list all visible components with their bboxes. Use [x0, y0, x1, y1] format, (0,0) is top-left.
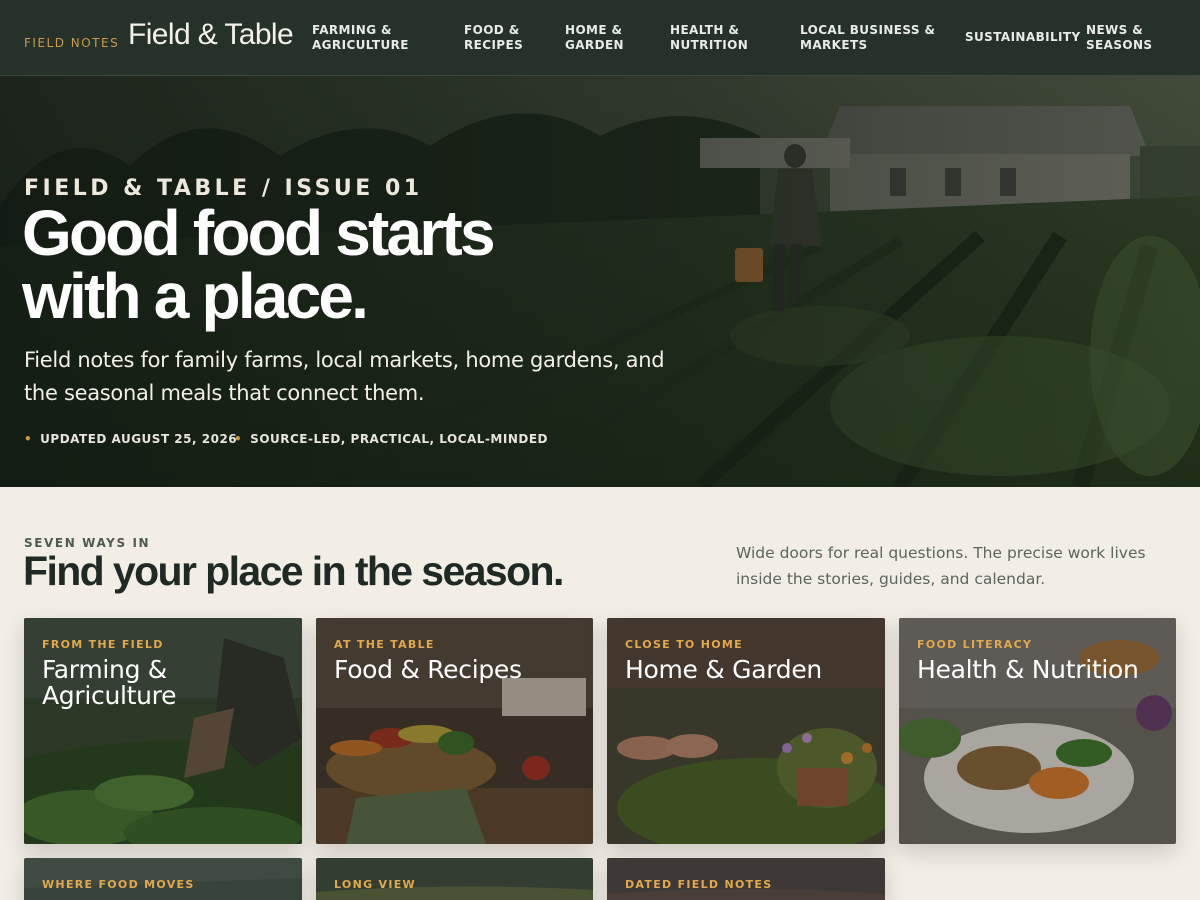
bullet-icon: •	[234, 432, 243, 446]
card-local-business-markets[interactable]: WHERE FOOD MOVES	[24, 858, 302, 900]
hero-title: Good food starts with a place.	[22, 197, 496, 332]
hero-subtitle: Field notes for family farms, local mark…	[24, 348, 665, 405]
hero-meta-approach: • SOURCE-LED, PRACTICAL, LOCAL-MINDED	[234, 432, 548, 446]
card-food-recipes[interactable]: AT THE TABLE Food & Recipes	[316, 618, 593, 844]
card-kicker: CLOSE TO HOME	[625, 638, 743, 651]
brand-logo-link[interactable]: Field & Table	[128, 18, 294, 52]
card-farming-image	[24, 618, 302, 844]
card-home-garden[interactable]: CLOSE TO HOME Home & Garden	[607, 618, 885, 844]
card-farming-agriculture[interactable]: FROM THE FIELD Farming & Agriculture	[24, 618, 302, 844]
card-kicker: AT THE TABLE	[334, 638, 435, 651]
card-kicker: LONG VIEW	[334, 878, 416, 891]
nav-farming-agriculture[interactable]: FARMING & AGRICULTURE	[312, 23, 422, 53]
section-description: Wide doors for real questions. The preci…	[736, 544, 1146, 588]
brand-kicker: FIELD NOTES	[24, 36, 120, 50]
card-title: Food & Recipes	[334, 655, 522, 684]
card-title: Home & Garden	[625, 655, 822, 684]
hero-meta-approach-text: SOURCE-LED, PRACTICAL, LOCAL-MINDED	[250, 432, 548, 446]
card-title: Farming & Agriculture	[42, 655, 177, 710]
card-sustainability[interactable]: LONG VIEW	[316, 858, 593, 900]
nav-home-garden[interactable]: HOME & GARDEN	[565, 23, 635, 53]
card-health-nutrition[interactable]: FOOD LITERACY Health & Nutrition	[899, 618, 1176, 844]
card-kicker: FROM THE FIELD	[42, 638, 164, 651]
hero-meta-updated: • UPDATED AUGUST 25, 2026	[24, 432, 237, 446]
nav-food-recipes[interactable]: FOOD & RECIPES	[464, 23, 534, 53]
card-news-seasons[interactable]: DATED FIELD NOTES	[607, 858, 885, 900]
bullet-icon: •	[24, 432, 33, 446]
nav-health-nutrition[interactable]: HEALTH & NUTRITION	[670, 23, 770, 53]
card-kicker: FOOD LITERACY	[917, 638, 1033, 651]
card-food-image	[316, 618, 593, 844]
card-kicker: WHERE FOOD MOVES	[42, 878, 195, 891]
nav-local-business-markets[interactable]: LOCAL BUSINESS & MARKETS	[800, 23, 940, 53]
card-garden-image	[607, 618, 885, 844]
card-nutrition-image	[899, 618, 1176, 844]
nav-news-seasons[interactable]: NEWS & SEASONS	[1086, 23, 1156, 53]
nav-sustainability[interactable]: SUSTAINABILITY	[965, 30, 1080, 45]
top-navigation: FIELD NOTES Field & Table FARMING & AGRI…	[0, 0, 1200, 76]
hero-meta-updated-text: UPDATED AUGUST 25, 2026	[40, 432, 238, 446]
card-title: Health & Nutrition	[917, 655, 1139, 684]
card-kicker: DATED FIELD NOTES	[625, 878, 773, 891]
section-title: Find your place in the season.	[23, 548, 564, 594]
hero-banner: FIELD & TABLE / ISSUE 01 Good food start…	[0, 76, 1200, 487]
